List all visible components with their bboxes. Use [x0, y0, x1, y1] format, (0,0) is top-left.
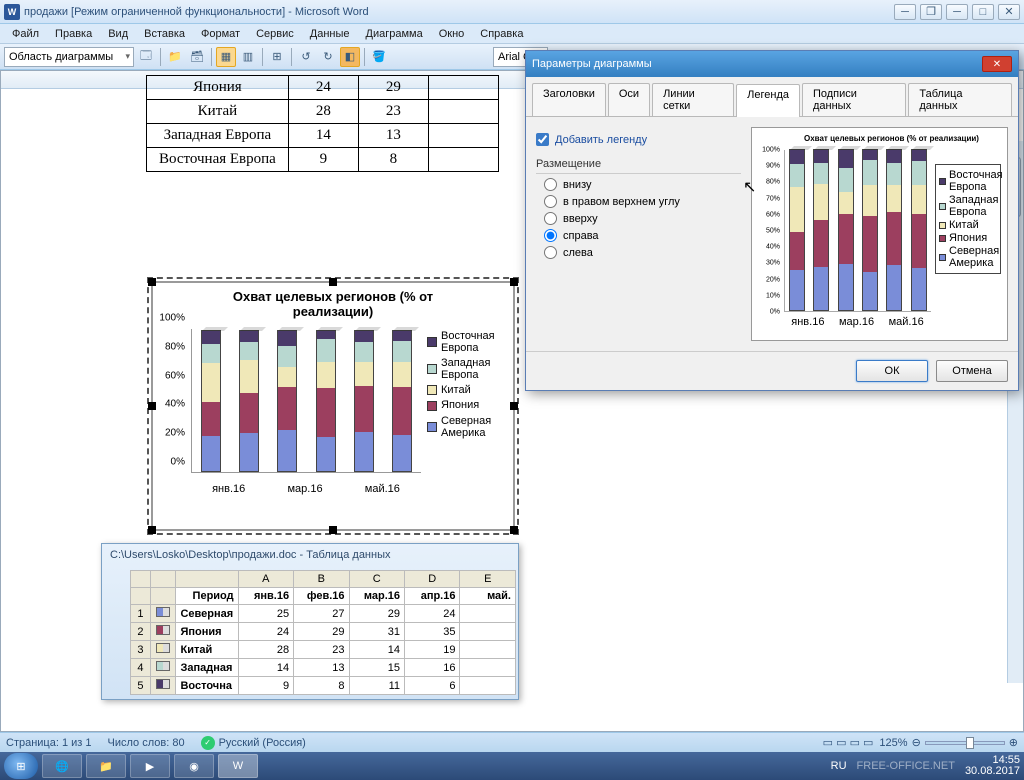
- close-button[interactable]: ✕: [998, 4, 1020, 20]
- cancel-button[interactable]: Отмена: [936, 360, 1008, 382]
- data-table-button[interactable]: ⊞: [267, 47, 287, 67]
- window-title: продажи [Режим ограниченной функциональн…: [24, 6, 894, 18]
- datasheet-title: C:\Users\Losko\Desktop\продажи.doc - Таб…: [102, 544, 518, 566]
- chart-options-dialog: Параметры диаграммы ✕ ЗаголовкиОсиЛинии …: [525, 50, 1019, 391]
- view-buttons[interactable]: ▭ ▭ ▭ ▭: [823, 736, 874, 749]
- dialog-titlebar[interactable]: Параметры диаграммы ✕: [526, 51, 1018, 77]
- menu-сервис[interactable]: Сервис: [248, 26, 302, 42]
- menu-вставка[interactable]: Вставка: [136, 26, 193, 42]
- status-language[interactable]: ✓Русский (Россия): [201, 736, 306, 750]
- statusbar: Страница: 1 из 1 Число слов: 80 ✓Русский…: [0, 732, 1024, 752]
- menu-правка[interactable]: Правка: [47, 26, 100, 42]
- titlebar: W продажи [Режим ограниченной функционал…: [0, 0, 1024, 24]
- word-icon: W: [4, 4, 20, 20]
- menu-диаграмма[interactable]: Диаграмма: [358, 26, 431, 42]
- zoom-control[interactable]: 125% ⊖⊕: [879, 736, 1018, 749]
- menu-файл[interactable]: Файл: [4, 26, 47, 42]
- task-chrome[interactable]: ◉: [174, 754, 214, 778]
- doc-data-table: Япония2429Китай2823Западная Европа1413Во…: [146, 75, 499, 172]
- menu-формат[interactable]: Формат: [193, 26, 248, 42]
- start-button[interactable]: ⊞: [4, 753, 38, 779]
- task-explorer[interactable]: 📁: [86, 754, 126, 778]
- watermark: FREE-OFFICE.NET: [857, 760, 955, 772]
- tab-Подписи данных[interactable]: Подписи данных: [802, 83, 906, 116]
- restore-button[interactable]: ❐: [920, 4, 942, 20]
- minimize-button[interactable]: ─: [894, 4, 916, 20]
- menu-окно[interactable]: Окно: [431, 26, 473, 42]
- chart-title: Охват целевых регионов (% от реализации): [153, 283, 513, 319]
- dialog-title: Параметры диаграммы: [532, 58, 652, 70]
- menu-вид[interactable]: Вид: [100, 26, 136, 42]
- minimize2-button[interactable]: ─: [946, 4, 968, 20]
- tab-Линии сетки[interactable]: Линии сетки: [652, 83, 734, 116]
- chart-plot-area[interactable]: 0%20%40%60%80%100% янв.16мар.16май.16: [157, 323, 423, 495]
- chart-object-combo[interactable]: Область диаграммы: [4, 47, 134, 67]
- dialog-close-button[interactable]: ✕: [982, 56, 1012, 72]
- dialog-options-panel: Добавить легенду Размещение внизу в прав…: [536, 127, 741, 341]
- toolbar-btn-7[interactable]: ◧: [340, 47, 360, 67]
- by-row-button[interactable]: ▦: [216, 47, 236, 67]
- maximize-button[interactable]: □: [972, 4, 994, 20]
- tab-Заголовки[interactable]: Заголовки: [532, 83, 606, 116]
- toolbar-btn-6[interactable]: ↻: [318, 47, 338, 67]
- task-media[interactable]: ▶: [130, 754, 170, 778]
- tab-Легенда[interactable]: Легенда: [736, 84, 800, 117]
- chart-datasheet-window[interactable]: C:\Users\Losko\Desktop\продажи.doc - Таб…: [101, 543, 519, 700]
- chart-bars: [191, 329, 421, 473]
- tray-clock[interactable]: 14:5530.08.2017: [965, 755, 1020, 777]
- menubar: ФайлПравкаВидВставкаФорматСервисДанныеДи…: [0, 24, 1024, 44]
- taskbar: ⊞ 🌐 📁 ▶ ◉ W RU FREE-OFFICE.NET 14:5530.0…: [0, 752, 1024, 780]
- by-column-button[interactable]: ▥: [238, 47, 258, 67]
- placement-group-label: Размещение: [536, 158, 741, 174]
- radio-в правом верхнем углу[interactable]: в правом верхнем углу: [544, 195, 741, 208]
- task-word[interactable]: W: [218, 754, 258, 778]
- task-ie[interactable]: 🌐: [42, 754, 82, 778]
- fill-color-button[interactable]: 🪣: [369, 47, 389, 67]
- tray-lang[interactable]: RU: [831, 760, 847, 772]
- add-legend-checkbox[interactable]: Добавить легенду: [536, 133, 741, 146]
- radio-слева[interactable]: слева: [544, 246, 741, 259]
- chart-legend[interactable]: Восточная ЕвропаЗападная ЕвропаКитайЯпон…: [423, 323, 509, 495]
- toolbar-btn-5[interactable]: ↺: [296, 47, 316, 67]
- status-wordcount[interactable]: Число слов: 80: [108, 737, 185, 749]
- tab-Оси[interactable]: Оси: [608, 83, 650, 116]
- dialog-chart-preview: Охват целевых регионов (% от реализации)…: [751, 127, 1008, 341]
- menu-справка[interactable]: Справка: [472, 26, 531, 42]
- radio-внизу[interactable]: внизу: [544, 178, 741, 191]
- menu-данные[interactable]: Данные: [302, 26, 358, 42]
- status-page[interactable]: Страница: 1 из 1: [6, 737, 92, 749]
- toolbar-btn-2[interactable]: 🗃: [187, 47, 207, 67]
- format-object-button[interactable]: 🗔: [136, 47, 156, 67]
- datasheet-grid[interactable]: ABCDEПериодянв.16фев.16мар.16апр.16май.1…: [130, 570, 516, 695]
- dialog-tabstrip: ЗаголовкиОсиЛинии сеткиЛегендаПодписи да…: [526, 77, 1018, 117]
- toolbar-btn-1[interactable]: 📁: [165, 47, 185, 67]
- radio-вверху[interactable]: вверху: [544, 212, 741, 225]
- radio-справа[interactable]: справа: [544, 229, 741, 242]
- ok-button[interactable]: ОК: [856, 360, 928, 382]
- tab-Таблица данных[interactable]: Таблица данных: [908, 83, 1012, 116]
- embedded-chart[interactable]: Охват целевых регионов (% от реализации)…: [151, 281, 515, 531]
